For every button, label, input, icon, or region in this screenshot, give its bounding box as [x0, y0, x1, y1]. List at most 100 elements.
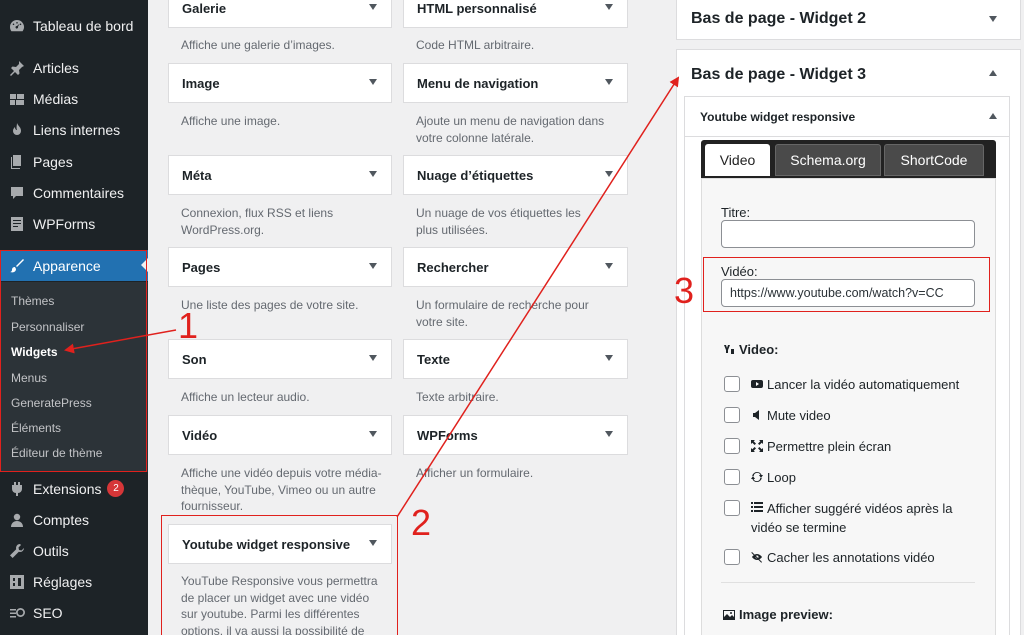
widget-description: Affiche une galerie d’images. — [181, 38, 335, 52]
menu-pages[interactable]: Pages — [0, 146, 148, 177]
menu-label: WPForms — [33, 215, 96, 232]
mute-checkbox[interactable] — [724, 407, 740, 423]
widget-pages[interactable]: Pages — [168, 247, 392, 287]
menu-label: Outils — [33, 542, 69, 559]
menu-label: Commentaires — [33, 184, 125, 201]
toggle-arrow-icon[interactable] — [605, 171, 613, 177]
menu-dashboard[interactable]: Tableau de bord — [0, 10, 148, 41]
option-autoplay[interactable]: Lancer la vidéo automatiquement — [724, 376, 959, 392]
option-loop[interactable]: Loop — [724, 469, 796, 485]
toggle-arrow-icon[interactable] — [369, 431, 377, 437]
widget-tabs: Video Schema.org ShortCode — [701, 140, 996, 178]
area-title: Bas de page - Widget 2 — [691, 10, 866, 27]
play-icon — [751, 378, 763, 390]
annotation-number-2: 2 — [411, 502, 432, 543]
related-videos-checkbox[interactable] — [724, 500, 740, 516]
menu-liens-internes[interactable]: Liens internes — [0, 114, 148, 145]
menu-label: SEO — [33, 604, 63, 621]
widget-description: Connexion, flux RSS et liens WordPress.o… — [181, 206, 334, 237]
widget-description: Affiche une image. — [181, 114, 281, 128]
widget-description: Un formulaire de recherche pour votre si… — [416, 298, 589, 329]
youtube-widget-header[interactable]: Youtube widget responsive — [685, 97, 1009, 137]
autoplay-checkbox[interactable] — [724, 376, 740, 392]
image-icon — [723, 609, 735, 621]
widget-image[interactable]: Image — [168, 63, 392, 103]
option-hide-annotations[interactable]: Cacher les annotations vidéo — [724, 549, 935, 565]
tab-shortcode[interactable]: ShortCode — [884, 144, 984, 176]
user-icon — [9, 512, 25, 528]
hide-annotations-checkbox[interactable] — [724, 549, 740, 565]
tab-video[interactable]: Video — [705, 144, 770, 176]
widget-description: Texte arbitraire. — [416, 390, 499, 404]
loop-icon — [751, 471, 763, 483]
settings-icon — [9, 574, 25, 590]
list-icon — [751, 501, 763, 513]
tab-schema[interactable]: Schema.org — [775, 144, 881, 176]
plugin-icon — [9, 481, 25, 497]
toggle-arrow-icon[interactable] — [369, 4, 377, 10]
widget-html-personnalise[interactable]: HTML personnalisé — [403, 0, 628, 28]
comment-icon — [9, 185, 25, 201]
title-label: Titre: — [721, 205, 751, 220]
youtube-icon — [723, 344, 735, 356]
area-title: Bas de page - Widget 3 — [691, 66, 866, 83]
widget-rechercher[interactable]: Rechercher — [403, 247, 628, 287]
toggle-arrow-icon[interactable] — [369, 79, 377, 85]
toggle-arrow-icon[interactable] — [605, 431, 613, 437]
option-related-videos[interactable]: Afficher suggéré vidéos après la vidéo s… — [724, 499, 974, 537]
menu-medias[interactable]: Médias — [0, 83, 148, 114]
video-section-heading: Video: — [723, 342, 779, 357]
menu-commentaires[interactable]: Commentaires — [0, 177, 148, 208]
area-footer-widget-2[interactable]: Bas de page - Widget 2 — [676, 0, 1021, 40]
option-mute[interactable]: Mute video — [724, 407, 831, 423]
volume-icon — [751, 409, 763, 421]
menu-seo[interactable]: SEO — [0, 597, 148, 628]
loop-checkbox[interactable] — [724, 469, 740, 485]
widget-wpforms[interactable]: WPForms — [403, 415, 628, 455]
widget-nuage-etiquettes[interactable]: Nuage d’étiquettes — [403, 155, 628, 195]
menu-extensions[interactable]: Extensions 2 — [0, 473, 148, 504]
toggle-arrow-icon[interactable] — [989, 70, 997, 76]
widget-video[interactable]: Vidéo — [168, 415, 392, 455]
widget-galerie[interactable]: Galerie — [168, 0, 392, 28]
menu-outils[interactable]: Outils — [0, 535, 148, 566]
widget-meta[interactable]: Méta — [168, 155, 392, 195]
page-icon — [9, 154, 25, 170]
toggle-arrow-icon[interactable] — [989, 113, 997, 119]
toggle-arrow-icon[interactable] — [605, 79, 613, 85]
title-input[interactable] — [721, 220, 975, 248]
menu-label: Pages — [33, 153, 73, 170]
widget-menu-navigation[interactable]: Menu de navigation — [403, 63, 628, 103]
widget-texte[interactable]: Texte — [403, 339, 628, 379]
widget-son[interactable]: Son — [168, 339, 392, 379]
widget-description: Affiche une vidéo depuis votre média-thè… — [181, 466, 382, 513]
pin-icon — [9, 60, 25, 76]
toggle-arrow-icon[interactable] — [369, 263, 377, 269]
toggle-arrow-icon[interactable] — [369, 171, 377, 177]
menu-wpforms[interactable]: WPForms — [0, 208, 148, 239]
menu-label: Médias — [33, 90, 79, 107]
menu-label: Liens internes — [33, 121, 121, 138]
update-count-badge: 2 — [107, 480, 125, 497]
highlight-video-url — [703, 257, 990, 312]
menu-reglages[interactable]: Réglages — [0, 566, 148, 597]
media-icon — [9, 91, 25, 107]
menu-label: Réglages — [33, 573, 93, 590]
image-preview-heading: Image preview: — [723, 607, 833, 622]
toggle-arrow-icon[interactable] — [605, 263, 613, 269]
widget-description: Ajoute un menu de navigation dans votre … — [416, 114, 605, 145]
widget-description: Code HTML arbitraire. — [416, 38, 535, 52]
menu-label: Articles — [33, 59, 79, 76]
fullscreen-checkbox[interactable] — [724, 438, 740, 454]
dashboard-icon — [9, 18, 25, 34]
widget-description: Affiche un lecteur audio. — [181, 390, 310, 404]
menu-articles[interactable]: Articles — [0, 52, 148, 83]
widget-description: Un nuage de vos étiquettes les plus util… — [416, 206, 581, 237]
option-fullscreen[interactable]: Permettre plein écran — [724, 438, 891, 454]
toggle-arrow-icon[interactable] — [605, 355, 613, 361]
toggle-arrow-icon[interactable] — [989, 16, 997, 22]
toggle-arrow-icon[interactable] — [605, 4, 613, 10]
annotation-number-1: 1 — [178, 305, 199, 346]
menu-comptes[interactable]: Comptes — [0, 504, 148, 535]
toggle-arrow-icon[interactable] — [369, 355, 377, 361]
